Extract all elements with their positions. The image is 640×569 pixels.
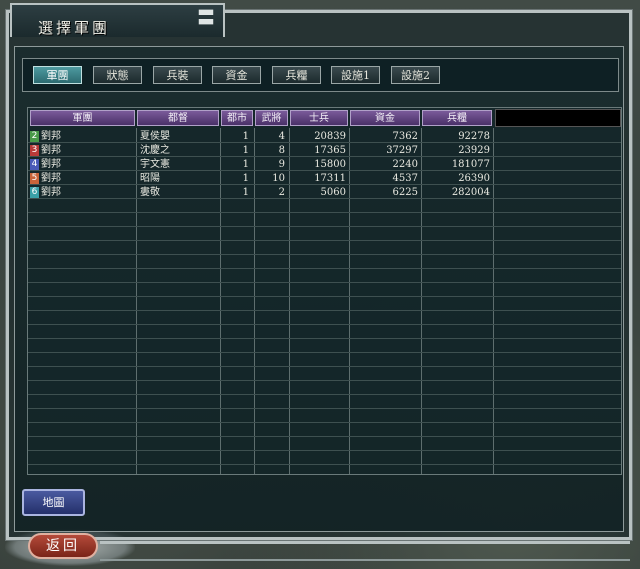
cell-funds: 6225 bbox=[392, 187, 418, 198]
cell-funds: 2240 bbox=[392, 159, 418, 170]
window-title: 選擇軍團 bbox=[38, 19, 111, 37]
header-army[interactable]: 軍團 bbox=[30, 110, 135, 126]
cell-provisions: 181077 bbox=[451, 159, 490, 170]
row-line bbox=[28, 296, 621, 297]
row-line bbox=[28, 380, 621, 381]
cell-cities: 1 bbox=[242, 187, 249, 198]
row-line bbox=[28, 240, 621, 241]
cell-commander: 宇文憲 bbox=[140, 159, 170, 170]
tab-status[interactable]: 狀態 bbox=[93, 66, 142, 84]
army-number-badge: 3 bbox=[30, 145, 39, 156]
row-line bbox=[28, 436, 621, 437]
row-line bbox=[28, 352, 621, 353]
row-line bbox=[28, 324, 621, 325]
cell-cities: 1 bbox=[242, 145, 249, 156]
header-soldiers[interactable]: 士兵 bbox=[290, 110, 348, 126]
row-line bbox=[28, 254, 621, 255]
tab-facility-1[interactable]: 設施1 bbox=[331, 66, 380, 84]
army-table: 軍團 都督 都市 武將 士兵 資金 兵糧 2 劉邦 夏侯嬰 1 4 20839 … bbox=[27, 107, 622, 475]
tab-bar: 軍團 狀態 兵裝 資金 兵糧 設施1 設施2 bbox=[22, 58, 619, 92]
cell-generals: 8 bbox=[278, 145, 285, 156]
cell-army: 劉邦 bbox=[41, 187, 61, 198]
header-commander[interactable]: 都督 bbox=[137, 110, 219, 126]
cell-provisions: 282004 bbox=[451, 187, 490, 198]
table-row[interactable]: 5 劉邦 昭陽 1 10 17311 4537 26390 bbox=[28, 172, 621, 185]
cell-army: 劉邦 bbox=[41, 145, 61, 156]
army-number-badge: 6 bbox=[30, 187, 39, 198]
cell-commander: 夏侯嬰 bbox=[140, 131, 170, 142]
cell-commander: 沈慶之 bbox=[140, 145, 170, 156]
cell-cities: 1 bbox=[242, 131, 249, 142]
cell-generals: 10 bbox=[272, 173, 285, 184]
cell-cities: 1 bbox=[242, 173, 249, 184]
cell-army: 劉邦 bbox=[41, 131, 61, 142]
row-line bbox=[28, 338, 621, 339]
tab-provisions[interactable]: 兵糧 bbox=[272, 66, 321, 84]
cell-provisions: 92278 bbox=[458, 131, 490, 142]
army-number-badge: 5 bbox=[30, 173, 39, 184]
table-row[interactable]: 4 劉邦 宇文憲 1 9 15800 2240 181077 bbox=[28, 158, 621, 171]
cell-soldiers: 5060 bbox=[320, 187, 346, 198]
row-line bbox=[28, 394, 621, 395]
cell-army: 劉邦 bbox=[41, 159, 61, 170]
cell-cities: 1 bbox=[242, 159, 249, 170]
cell-generals: 2 bbox=[278, 187, 285, 198]
title-corner-icon: 〓 bbox=[197, 8, 215, 29]
row-line bbox=[28, 282, 621, 283]
row-line bbox=[28, 408, 621, 409]
row-line bbox=[28, 268, 621, 269]
row-line bbox=[28, 464, 621, 465]
header-empty bbox=[495, 109, 621, 127]
row-line bbox=[28, 450, 621, 451]
row-line bbox=[28, 366, 621, 367]
row-line bbox=[28, 422, 621, 423]
cell-funds: 4537 bbox=[392, 173, 418, 184]
cell-soldiers: 17365 bbox=[314, 145, 346, 156]
cell-funds: 7362 bbox=[392, 131, 418, 142]
tab-facility-2[interactable]: 設施2 bbox=[391, 66, 440, 84]
table-row[interactable]: 3 劉邦 沈慶之 1 8 17365 37297 23929 bbox=[28, 144, 621, 157]
cell-soldiers: 20839 bbox=[314, 131, 346, 142]
header-funds[interactable]: 資金 bbox=[350, 110, 420, 126]
header-cities[interactable]: 都市 bbox=[221, 110, 253, 126]
cell-commander: 婁敬 bbox=[140, 187, 160, 198]
cell-funds: 37297 bbox=[386, 145, 418, 156]
cell-generals: 9 bbox=[278, 159, 285, 170]
bottom-border-ornament bbox=[100, 541, 630, 561]
header-provisions[interactable]: 兵糧 bbox=[422, 110, 492, 126]
tab-army[interactable]: 軍團 bbox=[33, 66, 82, 84]
cell-generals: 4 bbox=[278, 131, 285, 142]
table-row[interactable]: 6 劉邦 婁敬 1 2 5060 6225 282004 bbox=[28, 186, 621, 199]
tab-funds[interactable]: 資金 bbox=[212, 66, 261, 84]
cell-provisions: 23929 bbox=[458, 145, 490, 156]
army-number-badge: 4 bbox=[30, 159, 39, 170]
map-button[interactable]: 地圖 bbox=[22, 489, 85, 516]
table-row[interactable]: 2 劉邦 夏侯嬰 1 4 20839 7362 92278 bbox=[28, 130, 621, 143]
row-line bbox=[28, 226, 621, 227]
row-line bbox=[28, 310, 621, 311]
header-generals[interactable]: 武將 bbox=[255, 110, 288, 126]
back-button[interactable]: 返回 bbox=[28, 533, 98, 559]
row-line bbox=[28, 212, 621, 213]
cell-army: 劉邦 bbox=[41, 173, 61, 184]
tab-equipment[interactable]: 兵裝 bbox=[153, 66, 202, 84]
cell-commander: 昭陽 bbox=[140, 173, 160, 184]
cell-provisions: 26390 bbox=[458, 173, 490, 184]
army-number-badge: 2 bbox=[30, 131, 39, 142]
cell-soldiers: 15800 bbox=[314, 159, 346, 170]
cell-soldiers: 17311 bbox=[314, 173, 346, 184]
